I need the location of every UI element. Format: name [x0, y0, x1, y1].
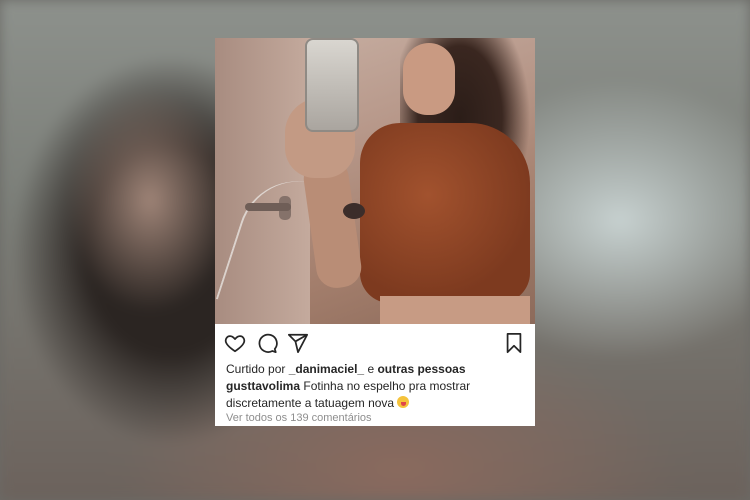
door-handle [245, 203, 291, 211]
comment-icon[interactable] [256, 332, 278, 354]
post-photo[interactable] [215, 38, 535, 324]
tattoo [343, 203, 365, 219]
bookmark-icon[interactable] [503, 332, 525, 354]
liked-by-user-link[interactable]: _danimaciel_ [289, 362, 364, 376]
liked-by-others-link[interactable]: outras pessoas [377, 362, 465, 376]
caption-username-link[interactable]: gusttavolima [226, 379, 300, 393]
face [403, 43, 455, 115]
instagram-post-card: Curtido por _danimaciel_ e outras pessoa… [215, 38, 535, 426]
midriff [380, 296, 530, 324]
halter-top [360, 123, 530, 303]
post-actions-bar [215, 328, 535, 358]
view-all-comments-link[interactable]: Ver todos os 139 comentários [226, 412, 372, 424]
liked-by-connector: e [367, 362, 375, 376]
liked-by-line: Curtido por _danimaciel_ e outras pessoa… [226, 362, 466, 376]
liked-by-prefix: Curtido por [226, 362, 286, 376]
send-icon[interactable] [287, 332, 309, 354]
post-caption: gusttavolima Fotinha no espelho pra most… [226, 378, 526, 412]
winking-face-with-tongue-icon [397, 396, 410, 408]
heart-icon[interactable] [224, 332, 246, 354]
phone [305, 38, 359, 132]
